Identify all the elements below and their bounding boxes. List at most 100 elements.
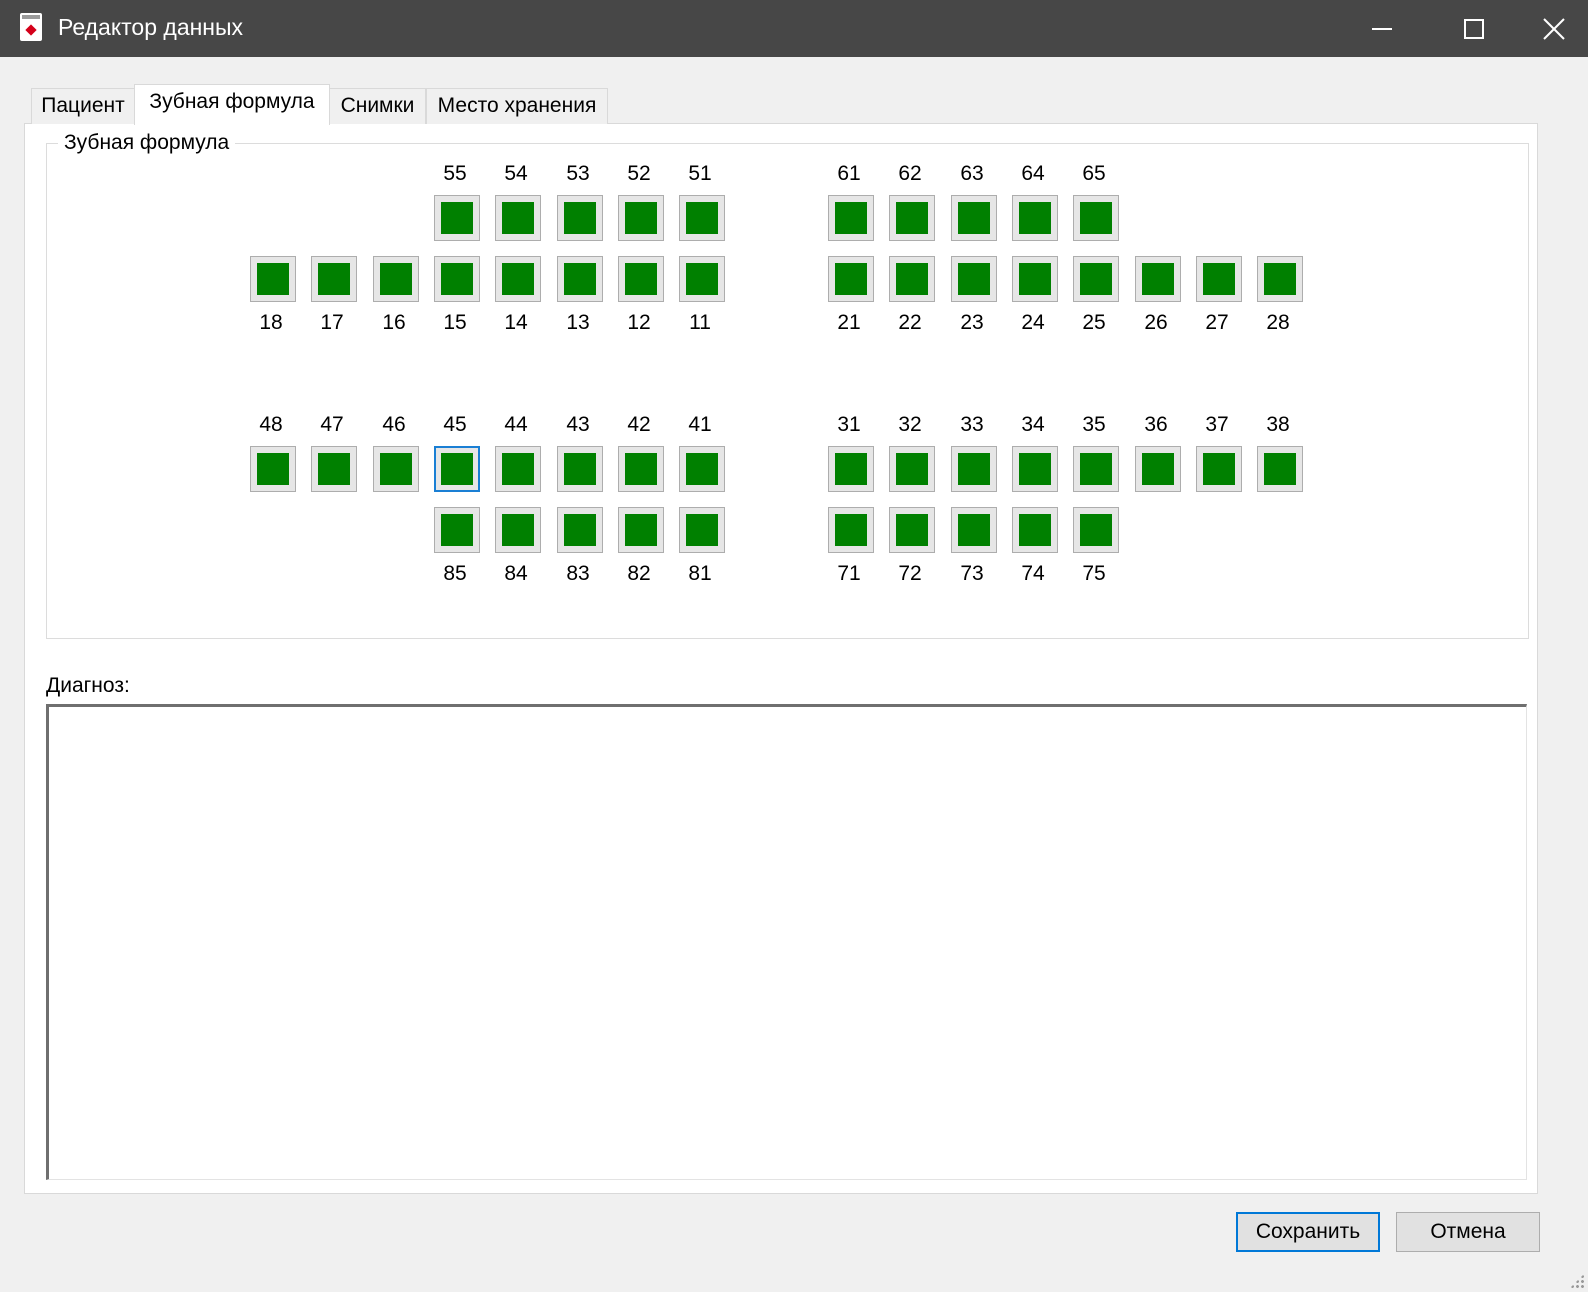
tooth-number-18: 18: [259, 311, 283, 334]
tooth-45[interactable]: [434, 446, 480, 492]
tooth-52[interactable]: [618, 195, 664, 241]
tooth-81[interactable]: [679, 507, 725, 553]
tooth-75[interactable]: [1073, 507, 1119, 553]
tooth-54[interactable]: [495, 195, 541, 241]
tooth-15[interactable]: [434, 256, 480, 302]
close-icon: [1543, 17, 1565, 40]
tooth-12[interactable]: [618, 256, 664, 302]
tooth-27[interactable]: [1196, 256, 1242, 302]
tooth-55[interactable]: [434, 195, 480, 241]
tooth-36[interactable]: [1135, 446, 1181, 492]
tooth-status-fill: [835, 514, 867, 546]
tooth-status-fill: [1264, 263, 1296, 295]
tooth-48[interactable]: [250, 446, 296, 492]
tab-dental-formula[interactable]: Зубная формула: [134, 84, 330, 125]
tooth-32[interactable]: [889, 446, 935, 492]
tooth-number-33: 33: [960, 413, 984, 436]
tooth-status-fill: [1019, 263, 1051, 295]
tab-patient[interactable]: Пациент: [31, 88, 135, 124]
tooth-number-28: 28: [1266, 311, 1290, 334]
tooth-number-22: 22: [898, 311, 922, 334]
tooth-71[interactable]: [828, 507, 874, 553]
tooth-13[interactable]: [557, 256, 603, 302]
tooth-status-fill: [1203, 263, 1235, 295]
tooth-38[interactable]: [1257, 446, 1303, 492]
tooth-number-83: 83: [566, 562, 590, 585]
close-button[interactable]: [1520, 0, 1588, 57]
tooth-83[interactable]: [557, 507, 603, 553]
tooth-84[interactable]: [495, 507, 541, 553]
tooth-status-fill: [896, 263, 928, 295]
tooth-number-85: 85: [443, 562, 467, 585]
tooth-23[interactable]: [951, 256, 997, 302]
tooth-22[interactable]: [889, 256, 935, 302]
tooth-41[interactable]: [679, 446, 725, 492]
tooth-46[interactable]: [373, 446, 419, 492]
tooth-14[interactable]: [495, 256, 541, 302]
tooth-status-fill: [502, 202, 534, 234]
tooth-21[interactable]: [828, 256, 874, 302]
tooth-status-fill: [1019, 514, 1051, 546]
tooth-37[interactable]: [1196, 446, 1242, 492]
tab-images[interactable]: Снимки: [329, 88, 426, 124]
tooth-25[interactable]: [1073, 256, 1119, 302]
tooth-status-fill: [1142, 453, 1174, 485]
tooth-26[interactable]: [1135, 256, 1181, 302]
tooth-status-fill: [1080, 263, 1112, 295]
tooth-status-fill: [1142, 263, 1174, 295]
tooth-number-36: 36: [1144, 413, 1168, 436]
tooth-65[interactable]: [1073, 195, 1119, 241]
tooth-74[interactable]: [1012, 507, 1058, 553]
tooth-28[interactable]: [1257, 256, 1303, 302]
resize-grip[interactable]: [1570, 1274, 1584, 1288]
diagnosis-input[interactable]: [46, 704, 1527, 1180]
tooth-62[interactable]: [889, 195, 935, 241]
tooth-73[interactable]: [951, 507, 997, 553]
tooth-status-fill: [1080, 453, 1112, 485]
save-button[interactable]: Сохранить: [1236, 1212, 1380, 1252]
tooth-16[interactable]: [373, 256, 419, 302]
tooth-number-42: 42: [627, 413, 651, 436]
tooth-status-fill: [441, 263, 473, 295]
tooth-53[interactable]: [557, 195, 603, 241]
tooth-44[interactable]: [495, 446, 541, 492]
minimize-button[interactable]: [1336, 0, 1428, 57]
tooth-status-fill: [1080, 514, 1112, 546]
maximize-button[interactable]: [1428, 0, 1520, 57]
tooth-number-46: 46: [382, 413, 406, 436]
tooth-34[interactable]: [1012, 446, 1058, 492]
tooth-number-72: 72: [898, 562, 922, 585]
dental-formula-group-title: Зубная формула: [58, 131, 236, 155]
tooth-63[interactable]: [951, 195, 997, 241]
tooth-status-fill: [318, 263, 350, 295]
tooth-11[interactable]: [679, 256, 725, 302]
tooth-number-74: 74: [1021, 562, 1045, 585]
tooth-61[interactable]: [828, 195, 874, 241]
tooth-42[interactable]: [618, 446, 664, 492]
tooth-number-53: 53: [566, 162, 590, 185]
tooth-number-44: 44: [504, 413, 528, 436]
tooth-status-fill: [1203, 453, 1235, 485]
tooth-35[interactable]: [1073, 446, 1119, 492]
tooth-17[interactable]: [311, 256, 357, 302]
tooth-status-fill: [625, 514, 657, 546]
tooth-status-fill: [257, 263, 289, 295]
tooth-33[interactable]: [951, 446, 997, 492]
tooth-31[interactable]: [828, 446, 874, 492]
tooth-number-12: 12: [627, 311, 651, 334]
tooth-number-54: 54: [504, 162, 528, 185]
tab-storage-location[interactable]: Место хранения: [426, 88, 608, 124]
tooth-number-11: 11: [689, 311, 711, 334]
tooth-number-17: 17: [320, 311, 344, 334]
tooth-64[interactable]: [1012, 195, 1058, 241]
tooth-18[interactable]: [250, 256, 296, 302]
tooth-43[interactable]: [557, 446, 603, 492]
tooth-47[interactable]: [311, 446, 357, 492]
tooth-24[interactable]: [1012, 256, 1058, 302]
tooth-82[interactable]: [618, 507, 664, 553]
tooth-85[interactable]: [434, 507, 480, 553]
cancel-button[interactable]: Отмена: [1396, 1212, 1540, 1252]
tooth-number-55: 55: [443, 162, 467, 185]
tooth-72[interactable]: [889, 507, 935, 553]
tooth-51[interactable]: [679, 195, 725, 241]
